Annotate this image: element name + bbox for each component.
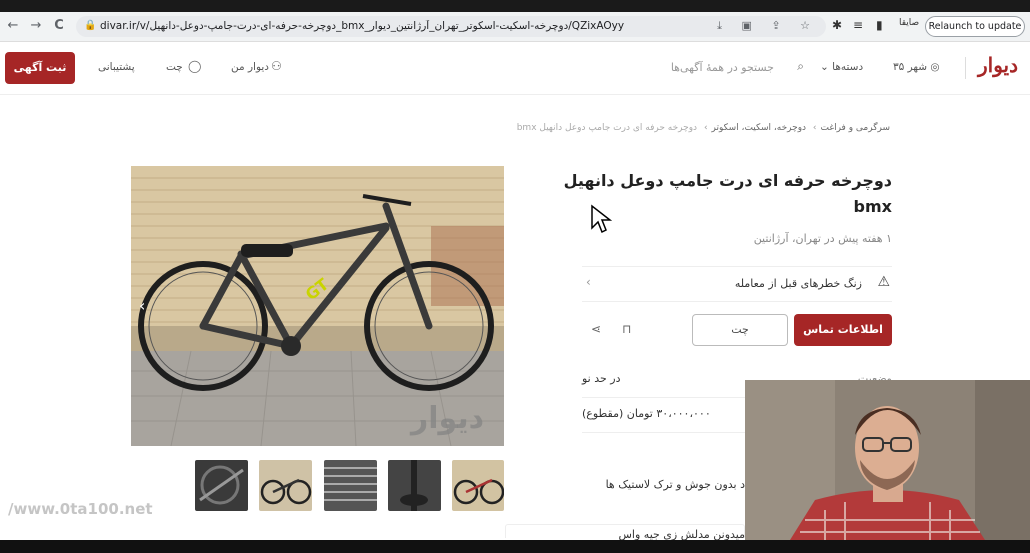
attribute-value: در حد نو bbox=[582, 372, 621, 385]
back-icon[interactable]: ← bbox=[4, 17, 22, 35]
search-placeholder: جستجو در همهٔ آگهی‌ها bbox=[670, 61, 774, 74]
site-watermark: /www.0ta100.net bbox=[8, 500, 153, 518]
thumbnail-image bbox=[324, 467, 377, 501]
chevron-down-icon: ⌄ bbox=[820, 61, 833, 73]
profile-label[interactable]: صایقا bbox=[899, 18, 919, 28]
browser-toolbar: ← → C 🔒 divar.ir/v/دوچرخه-حرفه-ای-درت-جا… bbox=[0, 12, 1030, 42]
extensions-icon[interactable]: ✱ bbox=[832, 18, 842, 32]
thumbnail-image bbox=[199, 465, 244, 505]
chat-link[interactable]: چت bbox=[166, 61, 183, 73]
url-text[interactable]: divar.ir/v/دوچرخه-حرفه-ای-درت-جامپ-دوعل-… bbox=[100, 20, 700, 32]
contact-info-button[interactable]: اطلاعات تماس bbox=[794, 314, 892, 346]
search-input[interactable]: جستجو در همهٔ آگهی‌ها ⌕ bbox=[424, 51, 814, 85]
search-icon: ⌕ bbox=[797, 59, 804, 73]
description-line: د بدون جوش و ترک لاستیک ها bbox=[605, 478, 745, 491]
mouse-cursor-icon bbox=[590, 204, 613, 238]
chevron-left-icon: › bbox=[812, 123, 817, 133]
breadcrumb: سرگرمی و فراغت › دوچرخه، اسکیت، اسکوتر › د… bbox=[516, 123, 890, 133]
relaunch-button[interactable]: Relaunch to update bbox=[925, 16, 1025, 37]
listing-photo[interactable]: GT دیوار ‹ bbox=[131, 166, 504, 446]
thumbnail[interactable] bbox=[259, 460, 312, 511]
prev-photo-icon[interactable]: ‹ bbox=[139, 296, 145, 315]
thumbnail[interactable] bbox=[195, 460, 248, 511]
site-header: ثبت آگهی پشتیبانی چت ◯ دیوار من ⚇ جستجو … bbox=[0, 43, 1030, 95]
os-bottom-bar bbox=[0, 540, 1030, 553]
bike-photo-image: GT دیوار bbox=[131, 166, 504, 446]
warning-row[interactable]: ⚠ زنگ خطرهای قبل از معامله › bbox=[582, 266, 892, 302]
chevron-left-icon: › bbox=[703, 123, 708, 133]
address-bar[interactable]: 🔒 divar.ir/v/دوچرخه-حرفه-ای-درت-جامپ-دوع… bbox=[76, 16, 826, 37]
user-icon[interactable]: ⚇ bbox=[271, 59, 282, 73]
header-divider bbox=[965, 57, 966, 79]
my-divar-link[interactable]: دیوار من bbox=[231, 61, 269, 73]
share-icon[interactable]: ⋖ bbox=[591, 322, 601, 336]
media-icon[interactable]: ≡ bbox=[853, 18, 863, 32]
thumbnail-image bbox=[400, 460, 428, 511]
attribute-value: ۳۰،۰۰۰،۰۰۰ تومان (مقطوع) bbox=[582, 407, 711, 420]
chevron-left-icon: › bbox=[586, 275, 591, 289]
sidebar-icon[interactable]: ▮ bbox=[876, 18, 883, 32]
presenter-image bbox=[745, 380, 1030, 540]
city-label: ۳۵ شهر bbox=[893, 61, 928, 73]
divar-logo[interactable]: دیوار bbox=[978, 53, 1018, 77]
breadcrumb-item[interactable]: سرگرمی و فراغت bbox=[821, 123, 890, 133]
support-link[interactable]: پشتیبانی bbox=[98, 61, 135, 73]
city-selector[interactable]: ۳۵ شهر ◎ bbox=[893, 61, 940, 73]
forward-icon[interactable]: → bbox=[27, 17, 45, 35]
webcam-overlay bbox=[745, 380, 1030, 540]
bookmark-icon[interactable]: ⊓ bbox=[622, 322, 631, 336]
location-icon: ◎ bbox=[930, 61, 940, 73]
thumbnail-image bbox=[453, 478, 504, 505]
thumbnail[interactable] bbox=[324, 460, 377, 511]
warning-icon: ⚠ bbox=[877, 274, 890, 290]
chat-icon[interactable]: ◯ bbox=[188, 59, 201, 73]
categories-label: دسته‌ها bbox=[832, 61, 864, 73]
page: ← → C 🔒 divar.ir/v/دوچرخه-حرفه-ای-درت-جا… bbox=[0, 0, 1030, 553]
lock-icon: 🔒 bbox=[84, 20, 97, 31]
os-top-bar bbox=[0, 0, 1030, 12]
address-bar-icons[interactable]: ⤓ ▣ ⇪ ☆ bbox=[717, 19, 818, 33]
breadcrumb-current: دوچرخه حرفه ای درت جامپ دوعل دانهیل bmx bbox=[516, 123, 698, 133]
breadcrumb-item[interactable]: دوچرخه، اسکیت، اسکوتر bbox=[712, 123, 807, 133]
reload-icon[interactable]: C bbox=[50, 17, 68, 35]
thumbnail[interactable] bbox=[388, 460, 441, 511]
thumbnail[interactable] bbox=[452, 460, 504, 511]
warning-label: زنگ خطرهای قبل از معامله bbox=[734, 277, 862, 290]
photo-watermark: دیوار bbox=[409, 401, 484, 436]
categories-dropdown[interactable]: ⌄ دسته‌ها bbox=[820, 61, 863, 73]
listing-meta: ۱ هفته پیش در تهران، آرژانتین bbox=[753, 232, 892, 245]
chat-button[interactable]: چت bbox=[692, 314, 788, 346]
post-ad-button[interactable]: ثبت آگهی bbox=[5, 52, 75, 84]
thumbnail-image bbox=[260, 478, 312, 505]
